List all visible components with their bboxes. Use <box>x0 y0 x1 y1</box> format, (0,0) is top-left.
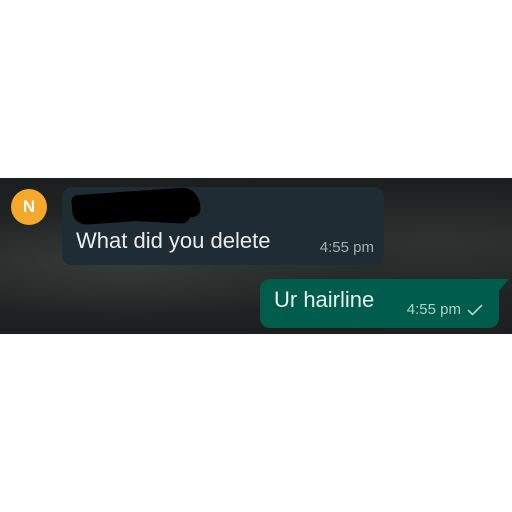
outgoing-message-bubble[interactable]: Ur hairline 4:55 pm <box>260 279 509 328</box>
outgoing-message-meta: 4:55 pm <box>407 301 483 318</box>
incoming-message-bubble[interactable]: What did you delete 4:55 pm <box>62 186 384 265</box>
outgoing-message-text: Ur hairline <box>274 287 375 312</box>
incoming-message-time: 4:55 pm <box>319 239 374 256</box>
outgoing-message-time: 4:55 pm <box>406 301 461 318</box>
avatar-initial: N <box>22 197 36 216</box>
single-check-icon <box>467 304 483 315</box>
incoming-message-text: What did you delete <box>76 228 271 253</box>
contact-avatar[interactable]: N <box>11 189 47 225</box>
chat-conversation: N What did you delete 4:55 pm Ur hairlin… <box>0 178 512 334</box>
